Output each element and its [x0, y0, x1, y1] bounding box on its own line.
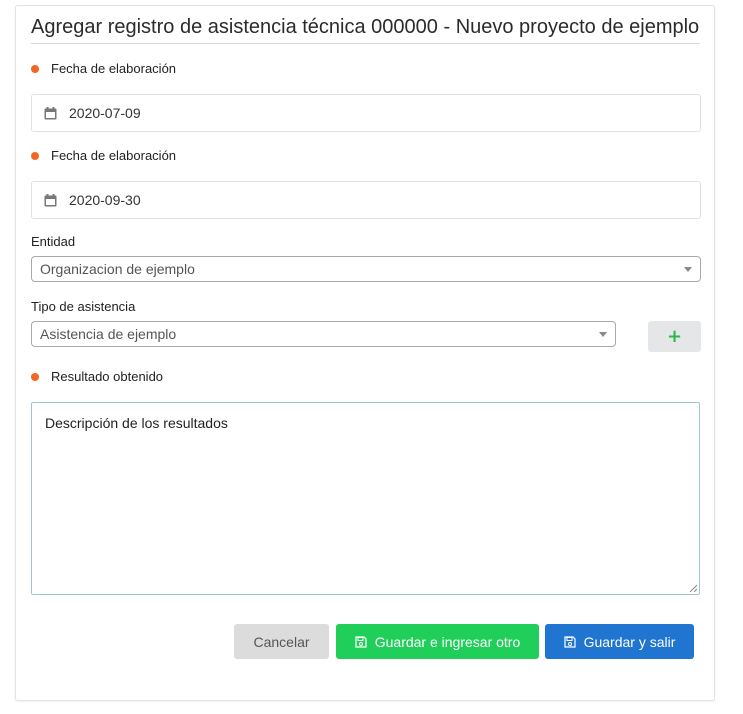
- resultado-value: Descripción de los resultados: [45, 415, 228, 431]
- tipo-asistencia-label: Tipo de asistencia: [31, 299, 136, 314]
- fecha-inicio-input[interactable]: 2020-07-09: [31, 94, 701, 132]
- plus-icon: +: [666, 326, 683, 347]
- calendar-icon: [44, 106, 57, 120]
- form-card: Agregar registro de asistencia técnica 0…: [15, 5, 715, 701]
- required-indicator-icon: [31, 151, 39, 160]
- fecha-fin-label-row: Fecha de elaboración: [31, 148, 176, 163]
- entidad-select[interactable]: Organizacion de ejemplo: [31, 256, 701, 282]
- fecha-fin-label: Fecha de elaboración: [51, 148, 177, 163]
- fecha-inicio-label-row: Fecha de elaboración: [31, 61, 176, 76]
- cancel-button[interactable]: Cancelar: [234, 624, 329, 659]
- floppy-disk-icon: [355, 635, 367, 648]
- cancel-button-label: Cancelar: [253, 633, 310, 650]
- required-indicator-icon: [31, 64, 39, 73]
- caret-down-icon: [599, 331, 607, 337]
- caret-down-icon: [684, 266, 692, 272]
- resize-handle-icon[interactable]: [689, 584, 697, 592]
- save-and-exit-label: Guardar y salir: [583, 633, 676, 650]
- save-and-new-button[interactable]: Guardar e ingresar otro: [336, 624, 539, 659]
- save-and-new-label: Guardar e ingresar otro: [374, 633, 521, 650]
- fecha-fin-input[interactable]: 2020-09-30: [31, 181, 701, 219]
- resultado-label: Resultado obtenido: [51, 369, 164, 384]
- resultado-label-row: Resultado obtenido: [31, 369, 163, 384]
- fecha-fin-value: 2020-09-30: [69, 192, 141, 208]
- calendar-icon: [44, 193, 57, 207]
- required-indicator-icon: [31, 372, 39, 381]
- save-and-exit-button[interactable]: Guardar y salir: [545, 624, 694, 659]
- tipo-asistencia-value: Asistencia de ejemplo: [40, 326, 177, 342]
- resultado-textarea[interactable]: Descripción de los resultados: [31, 402, 700, 595]
- tipo-asistencia-select[interactable]: Asistencia de ejemplo: [31, 321, 616, 347]
- fecha-inicio-label: Fecha de elaboración: [51, 61, 177, 76]
- entidad-label: Entidad: [31, 234, 76, 249]
- form-title: Agregar registro de asistencia técnica 0…: [31, 16, 700, 38]
- entidad-value: Organizacion de ejemplo: [40, 261, 195, 277]
- floppy-disk-icon: [563, 635, 576, 648]
- add-tipo-asistencia-button[interactable]: +: [648, 321, 701, 352]
- fecha-inicio-value: 2020-07-09: [69, 105, 141, 121]
- title-divider: [31, 43, 700, 44]
